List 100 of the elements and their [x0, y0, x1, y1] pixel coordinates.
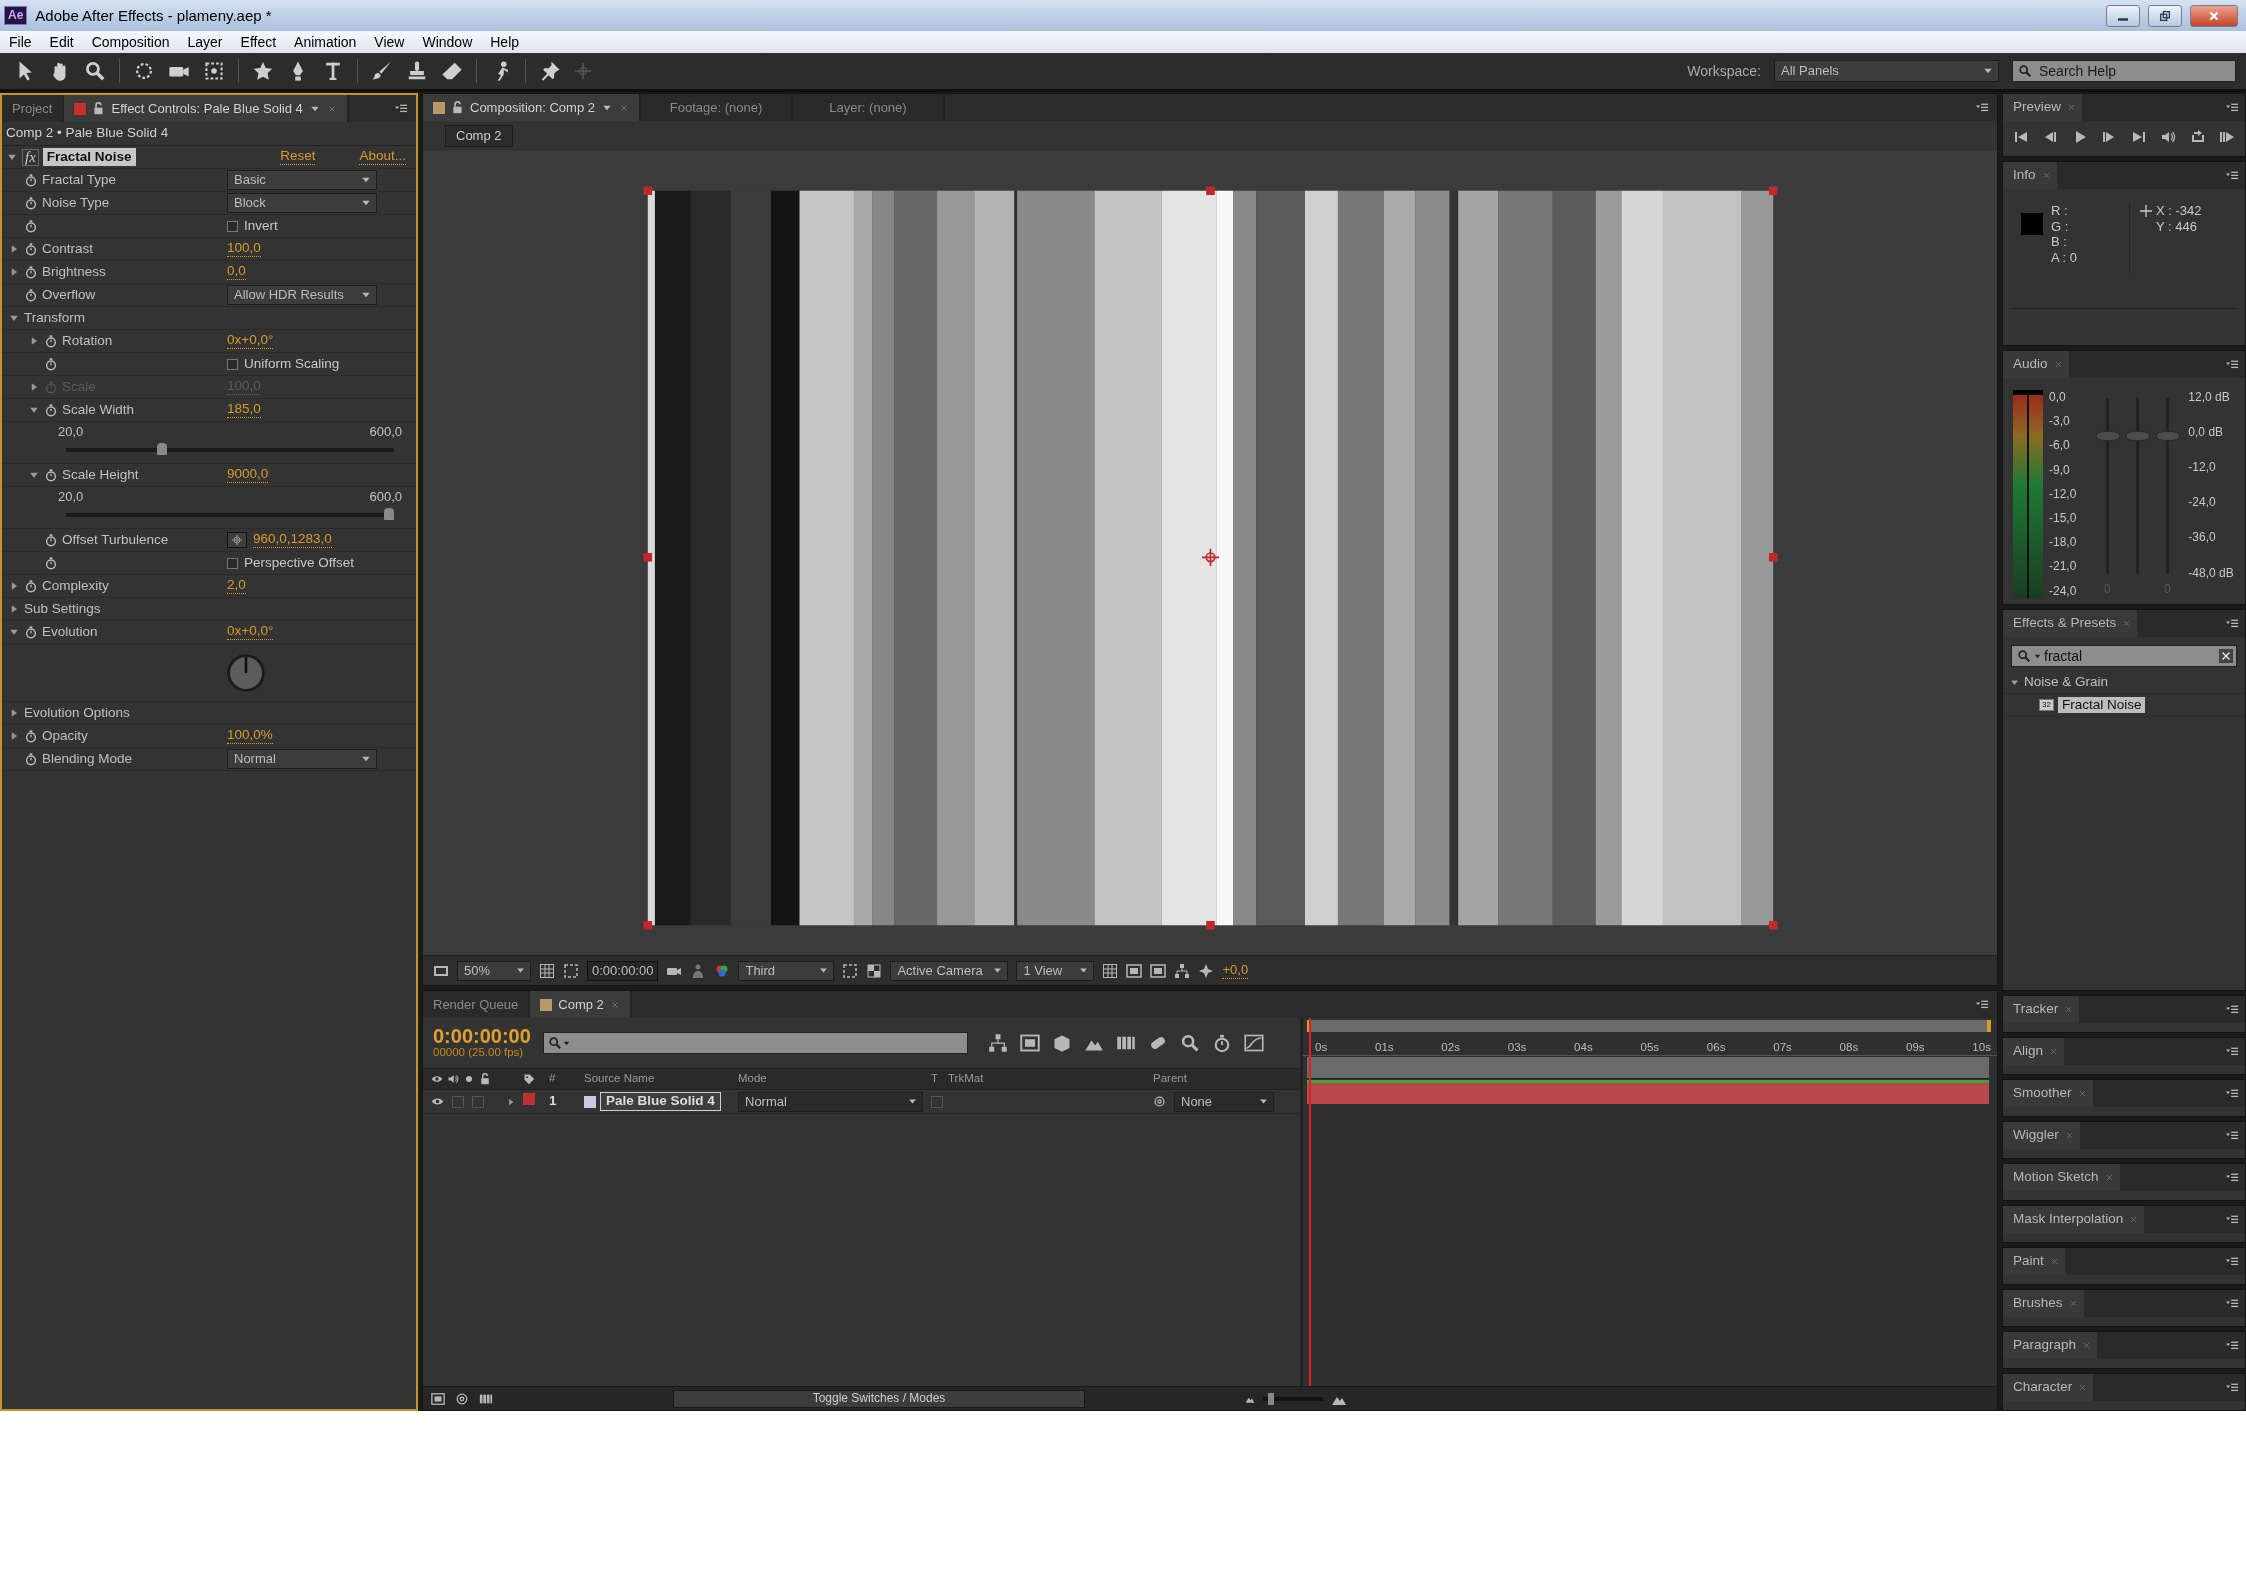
draft-3d-icon[interactable] — [1019, 1033, 1040, 1053]
value-field[interactable]: 2,0 — [227, 578, 246, 594]
dropdown[interactable]: Normal — [227, 749, 377, 769]
panel-tab[interactable]: Info — [2003, 162, 2057, 189]
zoom-tool-icon[interactable] — [84, 60, 106, 82]
panel-tab[interactable]: Tracker — [2003, 996, 2080, 1023]
composition-breadcrumb[interactable]: Comp 2 — [445, 125, 513, 147]
exposure-reset-icon[interactable] — [1198, 962, 1215, 979]
audio-icon[interactable] — [2160, 129, 2177, 145]
selection-handle[interactable] — [1768, 553, 1777, 562]
stopwatch-icon[interactable] — [44, 556, 58, 570]
first-frame-icon[interactable] — [2013, 129, 2029, 145]
clear-search-icon[interactable] — [2219, 649, 2233, 663]
panel-tab[interactable]: Preview — [2003, 94, 2082, 121]
slider-thumb[interactable] — [384, 507, 394, 520]
toggle-switches-button[interactable]: Toggle Switches / Modes — [673, 1389, 1085, 1408]
zoom-slider-thumb[interactable] — [1268, 1392, 1275, 1405]
grid-icon[interactable] — [539, 962, 555, 979]
camera-dropdown[interactable]: Active Camera — [890, 960, 1009, 981]
value-field[interactable]: 9000,0 — [227, 467, 269, 483]
eye-icon[interactable] — [431, 1095, 444, 1108]
fader-thumb[interactable] — [2126, 431, 2151, 442]
region-of-interest-icon[interactable] — [842, 962, 859, 979]
tree-item[interactable]: Noise & Grain — [2003, 671, 2245, 694]
panel-tab[interactable]: Brushes — [2003, 1290, 2084, 1317]
value-field[interactable]: 0,0 — [227, 264, 246, 280]
value-field[interactable]: 0x+0,0° — [227, 333, 274, 349]
auto-keyframe-icon[interactable] — [1179, 1033, 1200, 1053]
column-header[interactable]: T — [931, 1072, 948, 1086]
effects-search-field[interactable]: fractal — [2011, 645, 2237, 667]
last-frame-icon[interactable] — [2130, 129, 2147, 145]
fader-thumb[interactable] — [2156, 431, 2181, 442]
menu-item[interactable]: Animation — [285, 33, 366, 51]
selection-handle[interactable] — [643, 186, 652, 195]
mode-dropdown[interactable]: Normal — [738, 1091, 923, 1112]
restore-button[interactable] — [2148, 4, 2182, 27]
close-button[interactable] — [2190, 4, 2238, 27]
solo-icon[interactable] — [463, 1073, 475, 1085]
graph-editor-icon[interactable] — [1243, 1033, 1264, 1053]
fader-thumb[interactable] — [2096, 431, 2121, 442]
flowchart-icon[interactable] — [1174, 962, 1191, 979]
magnification-dropdown[interactable]: 50% — [457, 960, 531, 981]
eraser-tool-icon[interactable] — [441, 60, 463, 82]
about-link[interactable]: About... — [359, 149, 406, 165]
fx-badge[interactable]: fx — [22, 148, 39, 166]
selection-handle[interactable] — [1768, 921, 1777, 930]
column-header[interactable]: Parent — [1153, 1072, 1303, 1086]
rotation-tool-icon[interactable] — [133, 60, 155, 82]
panel-tab[interactable]: Footage: (none) — [641, 94, 791, 121]
panel-tab[interactable]: Align — [2003, 1038, 2065, 1065]
panel-tab[interactable]: Project — [2, 95, 63, 122]
loop-icon[interactable] — [2189, 129, 2206, 145]
panel-tab[interactable]: Motion Sketch — [2003, 1164, 2120, 1191]
column-header[interactable]: Source Name — [584, 1072, 738, 1086]
pin-tool-icon[interactable] — [539, 60, 561, 82]
transfer-controls-icon[interactable] — [455, 1391, 469, 1406]
solo-toggle[interactable] — [472, 1095, 484, 1108]
panel-tab[interactable]: Character — [2003, 1374, 2094, 1401]
dropdown[interactable]: Basic — [227, 170, 377, 190]
current-time-display[interactable]: 0:00:00:00 — [433, 1026, 531, 1047]
stopwatch-icon[interactable] — [24, 752, 38, 766]
menu-item[interactable]: Layer — [178, 33, 232, 51]
stopwatch-icon[interactable] — [24, 196, 38, 210]
stopwatch-icon[interactable] — [24, 219, 38, 233]
stopwatch-icon[interactable] — [24, 579, 38, 593]
disclosure-triangle-icon[interactable] — [506, 1096, 516, 1107]
layer-search-field[interactable] — [542, 1032, 968, 1054]
stopwatch-icon[interactable] — [24, 242, 38, 256]
value-field[interactable]: 100,0% — [227, 728, 273, 744]
layer-name[interactable]: Pale Blue Solid 4 — [600, 1092, 721, 1111]
label-icon[interactable] — [523, 1073, 535, 1086]
column-header[interactable]: # — [549, 1072, 584, 1086]
audio-toggle[interactable] — [452, 1095, 464, 1108]
reset-link[interactable]: Reset — [280, 149, 316, 165]
column-header[interactable]: Mode — [738, 1072, 931, 1086]
value-field[interactable]: 0x+0,0° — [227, 624, 274, 640]
stopwatch-icon[interactable] — [24, 288, 38, 302]
pick-whip-icon[interactable] — [1153, 1095, 1166, 1108]
checkbox[interactable] — [227, 358, 238, 370]
panel-tab[interactable]: Smoother — [2003, 1080, 2093, 1107]
value-field[interactable]: 960,0,1283,0 — [253, 532, 332, 548]
menu-item[interactable]: Effect — [231, 33, 286, 51]
current-time-field[interactable]: 0:00:00:00 — [587, 960, 659, 981]
timeline-icon[interactable] — [1150, 962, 1167, 979]
stopwatch-icon[interactable] — [24, 265, 38, 279]
composition-mini-flowchart-icon[interactable] — [987, 1033, 1008, 1053]
point-picker-button[interactable] — [227, 532, 247, 548]
resolution-dropdown[interactable]: Third — [738, 960, 835, 981]
value-field[interactable]: 100,0 — [227, 241, 261, 257]
stopwatch-icon[interactable] — [24, 625, 38, 639]
lock-icon[interactable] — [479, 1073, 491, 1085]
panel-tab[interactable]: Composition: Comp 2 — [423, 94, 639, 121]
speaker-icon[interactable] — [447, 1073, 459, 1085]
stopwatch-icon[interactable] — [24, 729, 38, 743]
workspace-dropdown[interactable]: All Panels — [1774, 60, 1999, 82]
angle-dial[interactable] — [226, 652, 266, 693]
shape-tool-icon[interactable] — [252, 60, 274, 82]
checkbox[interactable] — [227, 220, 238, 232]
pixel-aspect-icon[interactable] — [1102, 962, 1119, 979]
stopwatch-icon[interactable] — [44, 334, 58, 348]
